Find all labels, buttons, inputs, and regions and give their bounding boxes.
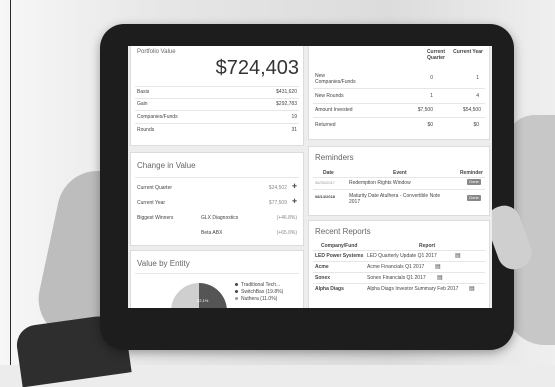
- new-companies-q: 0: [430, 75, 433, 81]
- report-1-link[interactable]: LED Quarterly Update Q1 2017: [367, 253, 437, 259]
- gain-value: $292,783: [276, 101, 297, 107]
- returned-q: $0: [427, 122, 433, 128]
- change-year-value: $77,509: [268, 200, 287, 206]
- divider: [135, 273, 299, 274]
- portfolio-value: $724,403: [215, 57, 299, 79]
- reminder-2-date: 08/14/2018: [315, 194, 336, 199]
- tablet-screen: Portfolio Value $724,403 Basis $431,620 …: [128, 46, 492, 308]
- done-button[interactable]: Done: [467, 179, 481, 185]
- legend-dot: [235, 297, 238, 300]
- amount-invested-q: $7,500: [417, 107, 433, 113]
- report-1-company: LED Power Systems: [315, 253, 364, 259]
- col-event: Event: [393, 170, 407, 176]
- reminder-1-date: 06/30/2017: [315, 180, 336, 185]
- companies-value: 19: [291, 114, 297, 120]
- new-companies-label: New Companies/Funds: [315, 73, 356, 85]
- reminders-title: Reminders: [315, 153, 354, 162]
- col-company: Company/Fund: [321, 243, 358, 249]
- companies-label: Companies/Funds: [137, 114, 178, 120]
- increase-icon: ✚: [291, 184, 297, 190]
- basis-label: Basis: [137, 89, 150, 95]
- report-4-company: Alpha Diags: [315, 286, 344, 292]
- value-by-entity-card: Value by Entity 22.1% Traditional Tech..…: [130, 250, 304, 308]
- header-current-year: Current Year: [453, 49, 483, 55]
- document-icon[interactable]: ▤: [469, 285, 475, 292]
- legend-item-3: Nuthera (11.0%): [241, 296, 278, 302]
- winner-2-name: Beta ABX: [201, 230, 223, 236]
- report-4-link[interactable]: Alpha Diags Investor Summary Feb 2017: [367, 286, 458, 292]
- returned-y: $0: [473, 122, 479, 128]
- divider: [313, 88, 485, 89]
- legend-item-1: Traditional Tech...: [241, 282, 281, 288]
- document-icon[interactable]: ▤: [435, 263, 441, 270]
- divider: [135, 123, 299, 124]
- winner-1-name: GLX Diagnostics: [201, 215, 239, 221]
- recent-reports-card: Recent Reports Company/Fund Report LED P…: [308, 220, 490, 308]
- col-date: Date: [323, 170, 334, 176]
- divider: [135, 86, 299, 87]
- legend-dot: [235, 290, 238, 293]
- document-icon[interactable]: ▤: [455, 252, 461, 259]
- report-2-link[interactable]: Acme Financials Q1 2017: [367, 264, 424, 270]
- rounds-value: 31: [291, 127, 297, 133]
- summary-card: Current Quarter Current Year New Compani…: [308, 46, 490, 140]
- amount-invested-y: $54,500: [462, 107, 481, 113]
- basis-value: $431,620: [276, 89, 297, 95]
- change-quarter-label: Current Quarter: [137, 185, 173, 191]
- left-border-line: [10, 0, 11, 365]
- pie-slice-label: 22.1%: [197, 298, 209, 303]
- done-button[interactable]: Done: [467, 195, 481, 201]
- report-2-company: Acme: [315, 264, 329, 270]
- new-rounds-q: 1: [430, 93, 433, 99]
- change-quarter-value: $24,502: [268, 185, 287, 191]
- divider: [135, 177, 299, 178]
- portfolio-value-card: Portfolio Value $724,403 Basis $431,620 …: [130, 46, 304, 146]
- col-reminder: Reminder: [459, 170, 483, 176]
- winner-2-value: (+65.0%): [276, 230, 297, 236]
- divider: [313, 177, 485, 178]
- entity-title: Value by Entity: [137, 259, 190, 268]
- change-title: Change in Value: [137, 161, 196, 170]
- divider: [313, 250, 485, 251]
- reminder-2-event: Maturity Date Atulhera - Convertible Not…: [349, 193, 441, 205]
- legend-dot: [235, 283, 238, 286]
- change-in-value-card: Change in Value Current Quarter $24,502 …: [130, 152, 304, 246]
- divider: [313, 261, 485, 262]
- reminders-card: Reminders Date Event Reminder 06/30/2017…: [308, 146, 490, 216]
- winner-1-value: (+46.8%): [276, 215, 297, 221]
- divider: [135, 98, 299, 99]
- gain-label: Gain: [137, 101, 148, 107]
- report-3-link[interactable]: Sonex Financials Q1 2017: [367, 275, 426, 281]
- new-rounds-y: 4: [476, 93, 479, 99]
- increase-icon: ✚: [291, 199, 297, 205]
- divider: [313, 283, 485, 284]
- new-companies-y: 1: [476, 75, 479, 81]
- change-year-label: Current Year: [137, 200, 166, 206]
- reminder-1-event: Redemption Rights Window: [349, 180, 411, 186]
- reports-title: Recent Reports: [315, 227, 371, 236]
- header-current-quarter: Current Quarter: [426, 49, 445, 61]
- amount-invested-label: Amount Invested: [315, 107, 353, 113]
- col-report: Report: [419, 243, 436, 249]
- new-rounds-label: New Rounds: [315, 93, 344, 99]
- divider: [135, 110, 299, 111]
- returned-label: Returned: [315, 122, 336, 128]
- report-3-company: Sonex: [315, 275, 331, 281]
- document-icon[interactable]: ▤: [437, 274, 443, 281]
- divider: [313, 117, 485, 118]
- biggest-winners-label: Biggest Winners: [137, 215, 174, 221]
- portfolio-title: Portfolio Value: [137, 49, 176, 55]
- legend-item-2: SwitchBas (19.8%): [241, 289, 284, 295]
- divider: [313, 189, 485, 190]
- divider: [313, 272, 485, 273]
- divider: [313, 103, 485, 104]
- entity-pie-chart: [171, 283, 227, 308]
- rounds-label: Rounds: [137, 127, 155, 133]
